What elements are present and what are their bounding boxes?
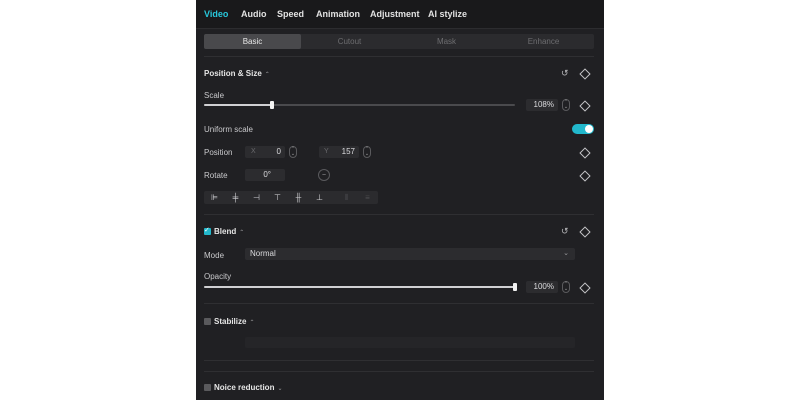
opacity-label: Opacity — [204, 272, 232, 281]
opacity-slider-fill — [204, 286, 515, 288]
reset-icon[interactable]: ↺ — [561, 68, 569, 78]
scale-slider-fill — [204, 104, 272, 106]
stabilize-checkbox[interactable] — [204, 318, 211, 325]
blend-mode-select[interactable]: Normal ⌄ — [245, 248, 575, 260]
section-title: Noice reduction — [214, 383, 275, 392]
top-tab-bar: Video Audio Speed Animation Adjustment A… — [196, 0, 604, 29]
section-title: Stabilize — [214, 317, 247, 326]
scale-slider[interactable] — [204, 101, 515, 109]
sub-tab-bar: Basic Cutout Mask Enhance — [204, 34, 594, 49]
tab-ai-stylize[interactable]: AI stylize — [428, 0, 467, 28]
uniform-scale-toggle[interactable] — [572, 124, 594, 134]
blend-mode-value: Normal — [250, 249, 276, 258]
opacity-slider[interactable] — [204, 283, 517, 291]
align-left-icon[interactable]: ⊫ — [204, 191, 225, 204]
stabilize-level-select — [245, 337, 575, 348]
divider — [204, 360, 594, 361]
keyframe-diamond-icon[interactable] — [579, 282, 591, 294]
reset-icon[interactable]: ↺ — [561, 226, 569, 236]
keyframe-diamond-icon[interactable] — [579, 100, 591, 112]
subtab-enhance[interactable]: Enhance — [495, 34, 592, 49]
tab-video[interactable]: Video — [204, 0, 228, 28]
uniform-scale-label: Uniform scale — [204, 125, 253, 134]
chevron-up-icon: ⌃ — [239, 230, 245, 236]
tab-audio[interactable]: Audio — [241, 0, 267, 28]
align-right-icon[interactable]: ⊣ — [246, 191, 267, 204]
position-label: Position — [204, 148, 233, 157]
divider — [204, 371, 594, 372]
subtab-mask[interactable]: Mask — [398, 34, 495, 49]
noise-reduction-header[interactable]: Noice reduction ⌄ — [214, 383, 282, 392]
distribute-vertical-icon: ≡ — [365, 193, 370, 202]
rotate-label: Rotate — [204, 171, 228, 180]
scale-stepper[interactable]: ⌃ ⌄ — [562, 99, 570, 111]
rotate-field[interactable]: 0° — [245, 169, 285, 181]
chevron-up-icon: ⌃ — [249, 320, 255, 326]
scale-value-field[interactable]: 108% — [526, 99, 558, 111]
chevron-down-icon: ⌄ — [563, 250, 569, 257]
opacity-stepper[interactable]: ⌃ ⌄ — [562, 281, 570, 293]
stabilize-header[interactable]: Stabilize ⌃ — [214, 317, 254, 326]
keyframe-diamond-icon[interactable] — [579, 226, 591, 238]
chevron-down-icon: ⌄ — [277, 386, 283, 392]
y-axis-label: Y — [324, 148, 329, 155]
scale-label: Scale — [204, 91, 225, 100]
x-axis-label: X — [251, 148, 256, 155]
tab-animation[interactable]: Animation — [316, 0, 360, 28]
section-title: Blend — [214, 227, 237, 236]
blend-header[interactable]: Blend ⌃ — [214, 227, 244, 236]
align-middle-v-icon[interactable]: ╫ — [288, 191, 309, 204]
position-size-header[interactable]: Position & Size ⌃ — [204, 69, 270, 78]
subtab-cutout[interactable]: Cutout — [301, 34, 398, 49]
divider — [204, 56, 594, 57]
keyframe-diamond-icon[interactable] — [579, 68, 591, 80]
properties-panel: Video Audio Speed Animation Adjustment A… — [196, 0, 604, 400]
rotate-dial-icon[interactable]: – — [318, 169, 330, 181]
align-top-icon[interactable]: ⊤ — [267, 191, 288, 204]
section-title: Position & Size — [204, 69, 262, 78]
chevron-up-icon: ⌃ — [264, 72, 270, 78]
keyframe-diamond-icon[interactable] — [579, 147, 591, 159]
mode-label: Mode — [204, 251, 225, 260]
noise-reduction-checkbox[interactable] — [204, 384, 211, 391]
divider — [204, 214, 594, 215]
subtab-basic[interactable]: Basic — [204, 34, 301, 49]
align-bottom-icon[interactable]: ⊥ — [309, 191, 330, 204]
scale-slider-thumb[interactable] — [270, 101, 274, 109]
position-y-stepper[interactable]: ⌃ ⌄ — [363, 146, 371, 158]
keyframe-diamond-icon[interactable] — [579, 170, 591, 182]
tab-speed[interactable]: Speed — [277, 0, 304, 28]
divider — [204, 303, 594, 304]
opacity-slider-thumb[interactable] — [513, 283, 517, 291]
opacity-value-field[interactable]: 100% — [526, 281, 558, 293]
tab-adjustment[interactable]: Adjustment — [370, 0, 420, 28]
distribute-horizontal-icon: ⫴ — [344, 193, 349, 202]
alignment-toolbar: ⊫ ╪ ⊣ ⊤ ╫ ⊥ ⫴ ≡ — [204, 191, 378, 204]
align-center-h-icon[interactable]: ╪ — [225, 191, 246, 204]
position-x-stepper[interactable]: ⌃ ⌄ — [289, 146, 297, 158]
blend-checkbox[interactable] — [204, 226, 211, 235]
